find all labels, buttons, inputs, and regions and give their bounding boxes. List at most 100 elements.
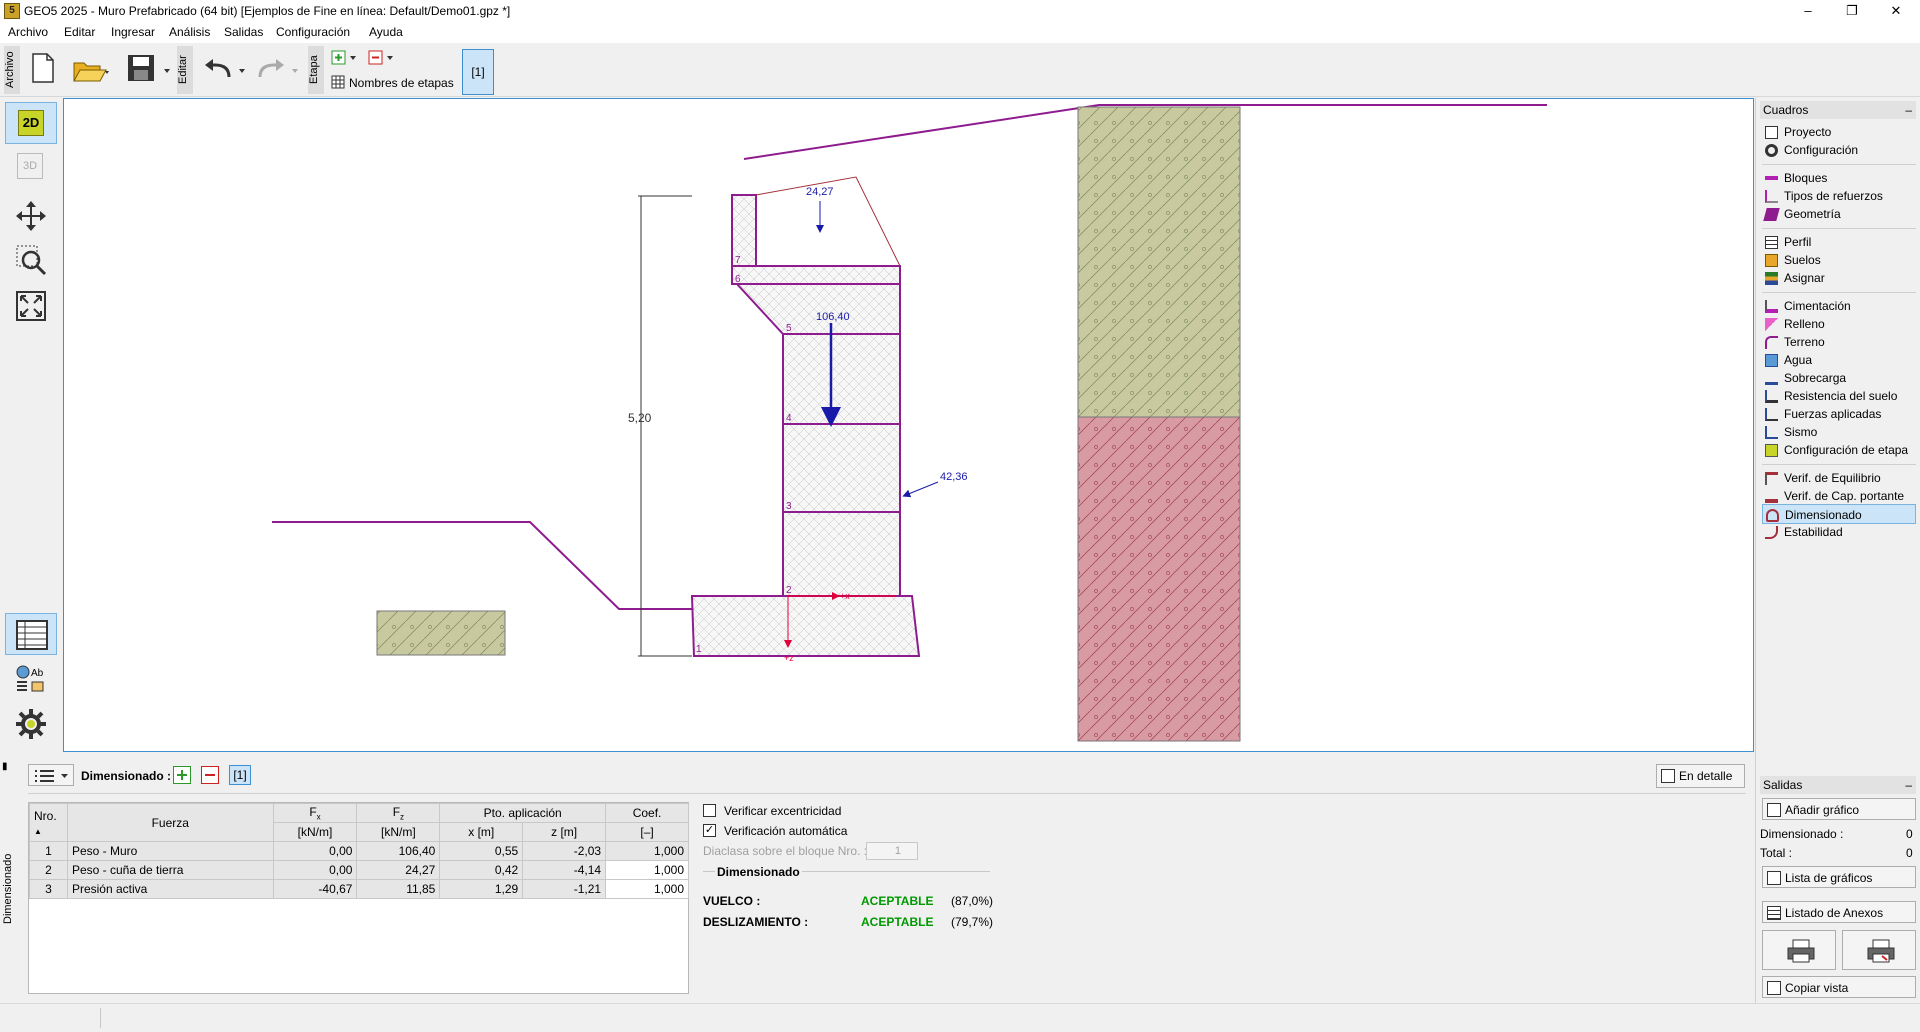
restore-button[interactable]: ❐ — [1832, 2, 1872, 20]
bottom-panel-side-tab[interactable]: Dimensionado — [2, 775, 22, 1003]
col-fz: Fz — [356, 803, 441, 823]
left-tool-panel: 2D 3D Ab — [0, 98, 63, 748]
frame-estabilidad[interactable]: Estabilidad — [1762, 522, 1916, 542]
block-number: 4 — [786, 413, 792, 424]
add-stage-icon[interactable] — [331, 50, 361, 69]
col-fx: Fx — [272, 803, 358, 823]
col-z-unit: z [m] — [522, 822, 607, 842]
remove-stage-icon[interactable] — [368, 50, 398, 69]
print-export-button[interactable] — [1842, 930, 1916, 970]
menu-archivo[interactable]: Archivo — [8, 25, 48, 39]
frame-proyecto[interactable]: Proyecto — [1762, 122, 1916, 142]
view-2d-button[interactable]: 2D — [5, 102, 57, 144]
gear-icon — [1765, 144, 1778, 157]
bottom-panel: Dimensionado ▮ Dimensionado : [1] En det… — [0, 755, 1754, 1003]
list-graphics-button[interactable]: Lista de gráficos — [1762, 866, 1916, 888]
menu-bar: Archivo Editar Ingresar Análisis Salidas… — [0, 22, 1920, 43]
table-row[interactable]: 3 Presión activa -40,67 11,85 1,29 -1,21… — [29, 879, 689, 899]
zoom-extents-button[interactable] — [5, 284, 57, 326]
menu-editar[interactable]: Editar — [64, 25, 95, 39]
menu-ingresar[interactable]: Ingresar — [111, 25, 155, 39]
minimize-button[interactable]: – — [1788, 2, 1828, 20]
print-button[interactable] — [1762, 930, 1836, 970]
col-pto-aplicacion: Pto. aplicación — [439, 803, 607, 823]
frame-tipos-refuerzos[interactable]: Tipos de refuerzos — [1762, 186, 1916, 206]
pan-button[interactable] — [5, 194, 57, 236]
add-graphic-button[interactable]: Añadir gráfico — [1762, 798, 1916, 820]
menu-ayuda[interactable]: Ayuda — [369, 25, 403, 39]
drawing-styles-button[interactable]: Ab — [5, 658, 57, 700]
table-row[interactable]: 2 Peso - cuña de tierra 0,00 24,27 0,42 … — [29, 860, 689, 880]
fit-view-icon — [16, 291, 46, 321]
table-row[interactable]: 1 Peso - Muro 0,00 106,40 0,55 -2,03 1,0… — [29, 841, 689, 861]
app-logo: 5 — [4, 3, 20, 19]
frame-asignar[interactable]: Asignar — [1762, 268, 1916, 288]
frame-suelos[interactable]: Suelos — [1762, 250, 1916, 270]
view-mode-dropdown[interactable] — [28, 764, 74, 786]
toolbar: Archivo Editar Etapa Nombres de etapas [… — [0, 43, 1920, 97]
toolbar-group-etapa: Etapa — [308, 46, 324, 94]
joint-block-spinner[interactable]: 1 — [866, 842, 918, 860]
zoom-window-button[interactable] — [5, 238, 57, 280]
frame-resistencia-suelo[interactable]: Resistencia del suelo — [1762, 386, 1916, 406]
frame-perfil[interactable]: Perfil — [1762, 232, 1916, 252]
magnifier-icon — [1661, 769, 1675, 783]
view-3d-button[interactable]: 3D — [5, 146, 57, 188]
terrain-icon — [1765, 336, 1778, 349]
cuadros-header: Cuadros – — [1760, 101, 1916, 119]
drawing-canvas[interactable]: 5,20 1 2 3 4 5 6 7 24,27 106,40 42,36 +x… — [63, 98, 1754, 752]
frame-verif-equilibrio[interactable]: Verif. de Equilibrio — [1762, 468, 1916, 488]
svg-text:Ab: Ab — [31, 668, 44, 679]
frame-cimentacion[interactable]: Cimentación — [1762, 296, 1916, 316]
copy-view-button[interactable]: Copiar vista — [1762, 976, 1916, 998]
frame-relleno[interactable]: Relleno — [1762, 314, 1916, 334]
frame-fuerzas-aplicadas[interactable]: Fuerzas aplicadas — [1762, 404, 1916, 424]
soil-swatch — [376, 610, 506, 656]
new-file-icon[interactable] — [30, 53, 56, 86]
add-picture-icon — [1767, 803, 1781, 817]
remove-row-button[interactable] — [201, 766, 219, 784]
list-annex-button[interactable]: Listado de Anexos — [1762, 901, 1916, 923]
frame-bloques[interactable]: Bloques — [1762, 168, 1916, 188]
styles-icon: Ab — [16, 665, 44, 692]
frame-dimensionado[interactable]: Dimensionado — [1762, 504, 1916, 524]
close-button[interactable]: ✕ — [1876, 2, 1916, 20]
printer-icon — [1787, 939, 1815, 963]
stage-1-button[interactable]: [1] — [462, 49, 494, 95]
forces-table: Nro. ▲ Fuerza Fx Fz Pto. aplicación Coef… — [29, 803, 689, 899]
block-number: 6 — [735, 274, 741, 285]
frame-verif-cap-portante[interactable]: Verif. de Cap. portante — [1762, 486, 1916, 506]
check-auto-label: Verificación automática — [724, 824, 848, 838]
frame-geometria[interactable]: Geometría — [1762, 204, 1916, 224]
stage-names-icon[interactable] — [331, 75, 345, 92]
menu-configuracion[interactable]: Configuración — [276, 25, 350, 39]
list-icon — [35, 770, 68, 782]
frame-configuracion[interactable]: Configuración — [1762, 140, 1916, 160]
undo-icon[interactable] — [203, 57, 249, 86]
frame-configuracion-etapa[interactable]: Configuración de etapa — [1762, 440, 1916, 460]
open-file-icon[interactable] — [72, 55, 112, 88]
pin-icon[interactable]: ▮ — [2, 761, 16, 772]
frame-agua[interactable]: Agua — [1762, 350, 1916, 370]
frame-terreno[interactable]: Terreno — [1762, 332, 1916, 352]
settings-button[interactable] — [5, 702, 57, 744]
frame-sismo[interactable]: Sismo — [1762, 422, 1916, 442]
stage-names-button[interactable]: Nombres de etapas — [349, 76, 454, 90]
copy-view-icon — [1767, 981, 1781, 995]
redo-icon[interactable] — [256, 57, 302, 86]
menu-analisis[interactable]: Análisis — [169, 25, 210, 39]
save-icon[interactable] — [126, 53, 172, 86]
detail-button[interactable]: En detalle — [1656, 764, 1745, 788]
minus-icon — [205, 774, 215, 776]
col-nro[interactable]: Nro. ▲ — [29, 803, 68, 842]
check-eccentricity-checkbox[interactable] — [703, 804, 716, 817]
check-auto-checkbox[interactable]: ✓ — [703, 824, 716, 837]
result-sliding-label: DESLIZAMIENTO : — [703, 915, 809, 929]
result-sliding-status: ACEPTABLE — [861, 915, 934, 929]
frame-sobrecarga[interactable]: Sobrecarga — [1762, 368, 1916, 388]
stage-tag[interactable]: [1] — [229, 765, 251, 785]
table-view-button[interactable] — [5, 613, 57, 655]
add-row-button[interactable] — [173, 766, 191, 784]
results-title: Dimensionado — [715, 865, 802, 879]
menu-salidas[interactable]: Salidas — [224, 25, 263, 39]
